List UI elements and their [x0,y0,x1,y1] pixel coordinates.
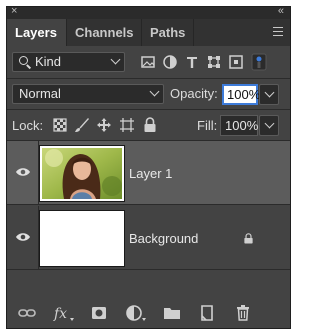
blend-mode-value: Normal [19,86,61,101]
layer-name[interactable]: Background [129,231,198,246]
new-layer-icon[interactable] [198,304,216,322]
search-icon [19,56,28,65]
lock-artboard-icon[interactable] [119,117,135,133]
portrait-photo-thumbnail [42,148,122,199]
tab-paths[interactable]: Paths [142,19,194,46]
panel-tabbar: Layers Channels Paths [7,19,290,46]
filter-kind-dropdown[interactable]: Kind [12,52,125,72]
layers-list: Layer 1 Background [7,140,290,290]
layer-row[interactable]: Background [7,206,290,270]
panel-menu-icon[interactable] [273,27,283,36]
delete-icon[interactable] [234,304,252,322]
adjustment-filter-icon[interactable] [163,55,177,69]
shape-filter-icon[interactable] [207,55,221,69]
lock-label: Lock: [12,118,44,133]
lock-all-icon[interactable] [143,117,157,133]
opacity-dropdown-button[interactable] [259,84,279,105]
opacity-label: Opacity: [170,86,218,101]
screenshot-frame: × « Layers Channels Paths Kind Normal Op… [0,0,297,333]
chevron-down-icon [264,87,275,98]
layer-thumbnail [40,146,124,201]
filter-kind-label: Kind [35,54,62,69]
link-layers-icon[interactable] [18,304,36,322]
fx-icon[interactable]: fx [53,304,75,322]
blend-mode-dropdown[interactable]: Normal [12,84,164,104]
collapse-panel-icon[interactable]: « [278,5,284,17]
layer-row[interactable]: Layer 1 [7,141,290,205]
tab-layers[interactable]: Layers [7,19,67,46]
layer-lock-icon[interactable] [243,233,254,244]
type-filter-icon[interactable] [185,55,199,69]
layer-name[interactable]: Layer 1 [129,166,172,181]
layer-visibility-separator [38,141,39,205]
lock-position-icon[interactable] [96,117,112,133]
opacity-input[interactable]: 100% [222,84,260,105]
tab-channels[interactable]: Channels [67,19,142,46]
bottom-toolbar: fx [7,298,290,328]
chevron-down-icon [149,86,160,97]
fill-label: Fill: [197,118,218,133]
filter-row: Kind [7,46,290,76]
close-panel-icon[interactable]: × [11,5,17,17]
visibility-eye-icon[interactable] [15,231,31,243]
lock-image-pixels-icon[interactable] [74,117,90,133]
layer-visibility-separator [38,206,39,270]
adjustment-layer-icon[interactable] [125,304,147,322]
svg-text:fx: fx [53,306,67,322]
fill-dropdown-button[interactable] [259,115,279,136]
image-filter-icon[interactable] [141,55,155,69]
smart-object-filter-icon[interactable] [229,55,243,69]
blend-row: Normal Opacity: 100% [7,78,290,108]
lock-row: Lock: Fill: 100% [7,109,290,140]
lock-transparent-pixels-icon[interactable] [53,118,67,132]
chevron-down-icon [264,118,275,129]
layers-panel: × « Layers Channels Paths Kind Normal Op… [6,5,291,329]
add-mask-icon[interactable] [90,304,108,322]
chevron-down-icon [110,54,121,65]
visibility-eye-icon[interactable] [15,166,31,178]
panel-titlebar: × « [7,5,290,19]
fill-input[interactable]: 100% [220,115,258,136]
layer-thumbnail [40,211,124,266]
filter-toggle-icon[interactable] [251,53,267,71]
new-group-icon[interactable] [163,304,181,322]
